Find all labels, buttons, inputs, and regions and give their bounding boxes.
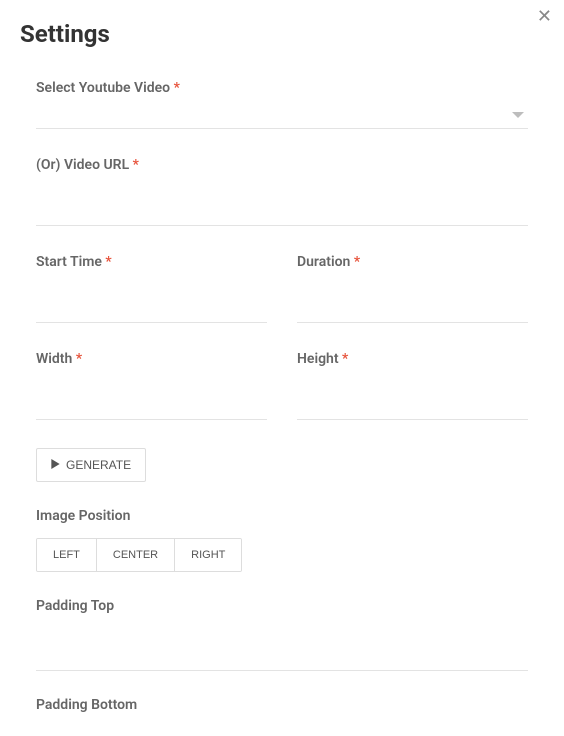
label-text: Duration — [297, 254, 350, 270]
label-text: (Or) Video URL — [36, 157, 129, 173]
field-padding-bottom: Padding Bottom — [36, 697, 528, 713]
label-text: Height — [297, 351, 339, 367]
required-mark: * — [105, 254, 111, 270]
label-start-time: Start Time * — [36, 254, 267, 270]
required-mark: * — [76, 351, 82, 367]
position-right-button[interactable]: RIGHT — [175, 539, 241, 571]
field-padding-top: Padding Top — [36, 598, 528, 671]
field-height: Height * — [297, 351, 528, 420]
field-width: Width * — [36, 351, 267, 420]
label-select-video: Select Youtube Video * — [36, 80, 528, 96]
label-image-position: Image Position — [36, 508, 528, 524]
width-input[interactable] — [36, 377, 267, 420]
generate-section: GENERATE — [36, 448, 528, 482]
label-duration: Duration * — [297, 254, 528, 270]
form-area: Select Youtube Video * (Or) Video URL * … — [20, 80, 544, 713]
required-mark: * — [354, 254, 360, 270]
youtube-video-select[interactable] — [36, 106, 528, 129]
image-position-toggle: LEFT CENTER RIGHT — [36, 538, 242, 572]
play-icon — [51, 458, 60, 472]
position-left-button[interactable]: LEFT — [37, 539, 97, 571]
page-title: Settings — [20, 20, 544, 48]
video-url-input[interactable] — [36, 183, 528, 226]
duration-input[interactable] — [297, 280, 528, 323]
field-video-url: (Or) Video URL * — [36, 157, 528, 226]
settings-panel: Settings Select Youtube Video * (Or) Vid… — [0, 0, 564, 713]
chevron-down-icon — [512, 112, 524, 118]
field-duration: Duration * — [297, 254, 528, 323]
image-position-section: Image Position LEFT CENTER RIGHT — [36, 508, 528, 572]
generate-label: GENERATE — [66, 458, 131, 472]
label-padding-top: Padding Top — [36, 598, 528, 614]
required-mark: * — [342, 351, 348, 367]
label-video-url: (Or) Video URL * — [36, 157, 528, 173]
height-input[interactable] — [297, 377, 528, 420]
label-text: Width — [36, 351, 72, 367]
close-icon[interactable]: ✕ — [537, 8, 552, 26]
required-mark: * — [174, 80, 180, 96]
label-text: Select Youtube Video — [36, 80, 170, 96]
padding-top-input[interactable] — [36, 628, 528, 671]
generate-button[interactable]: GENERATE — [36, 448, 146, 482]
label-padding-bottom: Padding Bottom — [36, 697, 528, 713]
field-select-video: Select Youtube Video * — [36, 80, 528, 129]
label-text: Start Time — [36, 254, 102, 270]
label-width: Width * — [36, 351, 267, 367]
start-time-input[interactable] — [36, 280, 267, 323]
position-center-button[interactable]: CENTER — [97, 539, 175, 571]
required-mark: * — [133, 157, 139, 173]
field-start-time: Start Time * — [36, 254, 267, 323]
label-height: Height * — [297, 351, 528, 367]
